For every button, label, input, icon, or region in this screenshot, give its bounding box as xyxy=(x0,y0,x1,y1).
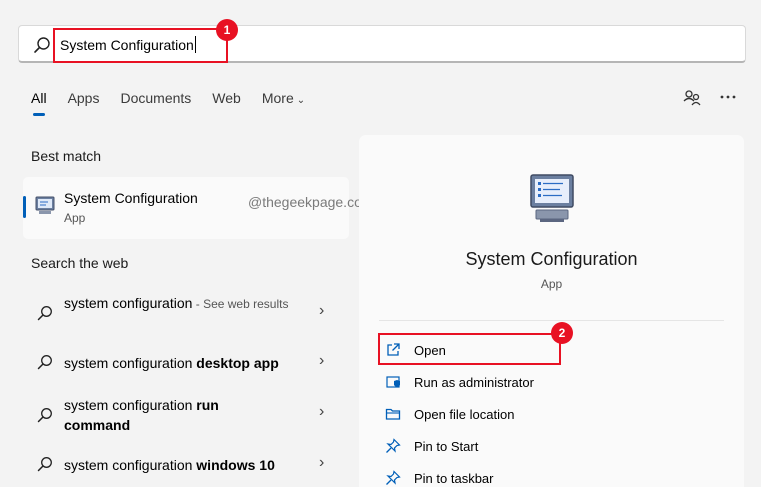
account-switch-icon[interactable] xyxy=(681,86,703,108)
pin-to-taskbar-action[interactable]: Pin to taskbar xyxy=(383,464,703,487)
details-panel: System Configuration App Open Run as adm… xyxy=(359,135,744,487)
best-match-title: System Configuration xyxy=(64,190,198,206)
highlight-box-search xyxy=(53,28,228,63)
open-file-location-label: Open file location xyxy=(414,407,515,422)
folder-icon xyxy=(385,408,401,420)
search-icon xyxy=(37,306,52,321)
best-match-subtitle: App xyxy=(64,211,86,225)
tab-documents[interactable]: Documents xyxy=(120,90,191,118)
callout-badge-1: 1 xyxy=(216,19,238,41)
search-web-heading: Search the web xyxy=(31,255,129,271)
tab-web[interactable]: Web xyxy=(212,90,241,118)
run-as-administrator-action[interactable]: Run as administrator xyxy=(383,368,703,396)
chevron-right-icon: › xyxy=(319,302,325,319)
search-icon xyxy=(37,355,52,370)
web-result-item[interactable]: system configuration windows 10 › xyxy=(23,452,349,487)
details-title: System Configuration xyxy=(465,249,638,269)
pin-to-start-action[interactable]: Pin to Start xyxy=(383,432,703,460)
details-subtitle: App xyxy=(540,277,563,291)
chevron-right-icon: › xyxy=(319,352,325,369)
web-result-text: system configuration run command xyxy=(64,397,219,433)
tab-more-label: More xyxy=(261,90,294,106)
search-icon xyxy=(37,457,52,472)
filter-tabs: All Apps Documents Web More ⌄ xyxy=(31,90,326,118)
pin-to-start-label: Pin to Start xyxy=(414,439,479,454)
header-actions xyxy=(681,86,739,108)
tab-more[interactable]: More ⌄ xyxy=(262,90,305,118)
system-configuration-icon xyxy=(530,174,574,222)
tab-all[interactable]: All xyxy=(31,90,47,118)
best-match-heading: Best match xyxy=(31,148,102,164)
callout-badge-2: 2 xyxy=(551,322,573,344)
watermark: @thegeekpage.com xyxy=(248,194,374,210)
web-result-item[interactable]: system configuration run command › xyxy=(23,394,349,434)
pin-icon xyxy=(386,438,401,453)
tab-apps[interactable]: Apps xyxy=(68,90,100,118)
pin-icon xyxy=(386,470,401,485)
shield-icon xyxy=(386,376,400,388)
web-result-text: system configuration - See web results xyxy=(64,295,289,311)
pin-to-taskbar-label: Pin to taskbar xyxy=(414,471,494,486)
search-icon xyxy=(37,408,52,423)
selection-indicator xyxy=(23,196,26,218)
web-result-text: system configuration desktop app xyxy=(64,355,279,371)
chevron-right-icon: › xyxy=(319,454,325,471)
system-configuration-icon xyxy=(35,196,55,214)
web-result-item[interactable]: system configuration - See web results › xyxy=(23,292,349,332)
search-icon xyxy=(34,37,50,53)
divider xyxy=(379,320,724,321)
web-result-item[interactable]: system configuration desktop app › xyxy=(23,350,349,390)
run-as-administrator-label: Run as administrator xyxy=(414,375,534,390)
web-result-text: system configuration windows 10 xyxy=(64,457,275,473)
chevron-down-icon: ⌄ xyxy=(296,95,306,106)
open-file-location-action[interactable]: Open file location xyxy=(383,400,703,428)
chevron-right-icon: › xyxy=(319,403,325,420)
highlight-box-open xyxy=(378,333,561,365)
more-options-icon[interactable] xyxy=(717,86,739,108)
